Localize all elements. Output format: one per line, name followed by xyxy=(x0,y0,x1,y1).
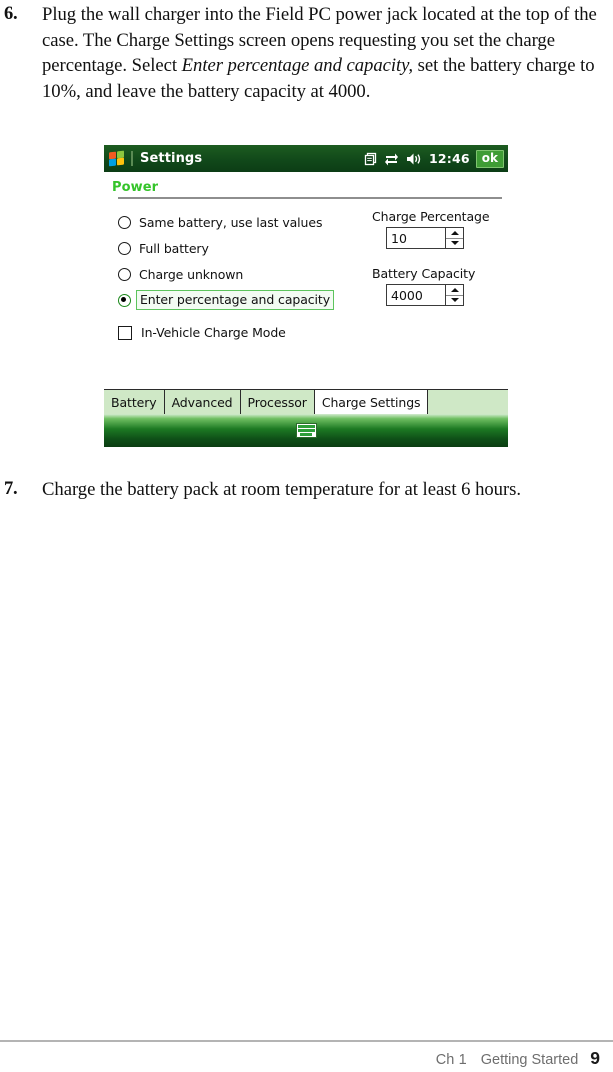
tab-battery[interactable]: Battery xyxy=(104,390,165,414)
stepper-down-button[interactable] xyxy=(446,239,463,249)
tab-advanced[interactable]: Advanced xyxy=(164,390,241,414)
charge-option-group: Same battery, use last values Full batte… xyxy=(118,209,368,340)
chevron-down-icon xyxy=(450,298,459,303)
footer-chapter: Ch 1 xyxy=(435,1052,467,1068)
spinner-group: Charge Percentage 10 Battery Capacity 40… xyxy=(372,209,502,306)
charge-percentage-stepper[interactable]: 10 xyxy=(386,227,464,249)
checkbox-in-vehicle-charge-mode[interactable]: In-Vehicle Charge Mode xyxy=(118,325,368,340)
footer-page-number: 9 xyxy=(590,1048,600,1068)
volume-icon[interactable] xyxy=(406,152,422,166)
battery-capacity-stepper[interactable]: 4000 xyxy=(386,284,464,306)
keyboard-row xyxy=(297,425,315,428)
chevron-up-icon xyxy=(450,287,459,292)
step-6: 6. Plug the wall charger into the Field … xyxy=(4,2,604,104)
documents-stack-icon[interactable] xyxy=(363,152,377,166)
step-6-text-emphasis: Enter percentage and capacity, xyxy=(181,55,413,77)
page-header-title: Power xyxy=(112,180,159,195)
charge-percentage-value[interactable]: 10 xyxy=(387,228,445,248)
sip-bar xyxy=(104,414,508,447)
checkbox-label: In-Vehicle Charge Mode xyxy=(141,325,286,340)
checkbox-icon[interactable] xyxy=(118,325,132,340)
step-7: 7. Charge the battery pack at room tempe… xyxy=(4,477,604,503)
titlebar-title: Settings xyxy=(140,151,203,166)
keyboard-row xyxy=(300,433,312,436)
windows-flag-icon xyxy=(108,150,125,167)
radio-icon[interactable] xyxy=(118,215,131,229)
tab-charge-settings[interactable]: Charge Settings xyxy=(314,390,429,414)
charge-percentage-label: Charge Percentage xyxy=(372,209,490,224)
tabbar-filler xyxy=(428,390,508,414)
tab-processor[interactable]: Processor xyxy=(240,390,315,414)
battery-capacity-stepper-buttons[interactable] xyxy=(445,285,463,305)
device-titlebar: Settings 12:46 ok xyxy=(104,145,508,172)
footer-divider xyxy=(0,1040,613,1042)
device-screenshot: Settings 12:46 ok Power Same battery, us… xyxy=(104,145,508,447)
battery-capacity-label: Battery Capacity xyxy=(372,266,476,281)
chevron-down-icon xyxy=(450,241,459,246)
step-6-number: 6. xyxy=(4,4,18,24)
stepper-up-button[interactable] xyxy=(446,285,463,296)
spinner-spacer xyxy=(372,249,502,266)
footer-section: Getting Started xyxy=(480,1052,579,1068)
radio-label: Full battery xyxy=(139,240,209,256)
stepper-down-button[interactable] xyxy=(446,296,463,306)
ok-button[interactable]: ok xyxy=(475,149,504,168)
titlebar-divider xyxy=(131,151,133,166)
page-footer: Ch 1 Getting Started 9 xyxy=(0,1048,600,1069)
settings-body: Same battery, use last values Full batte… xyxy=(104,199,508,377)
battery-capacity-value[interactable]: 4000 xyxy=(387,285,445,305)
titlebar-tray: 12:46 xyxy=(363,151,470,166)
stepper-up-button[interactable] xyxy=(446,228,463,239)
radio-option-full-battery[interactable]: Full battery xyxy=(118,235,368,261)
step-7-text: Charge the battery pack at room temperat… xyxy=(42,479,521,500)
radio-label: Charge unknown xyxy=(139,266,244,282)
radio-icon-selected[interactable] xyxy=(118,293,131,307)
radio-option-enter-percentage-and-capacity[interactable]: Enter percentage and capacity xyxy=(118,287,368,313)
radio-option-charge-unknown[interactable]: Charge unknown xyxy=(118,261,368,287)
titlebar-clock: 12:46 xyxy=(428,151,470,166)
step-7-number: 7. xyxy=(4,479,18,499)
keyboard-row xyxy=(297,429,315,432)
radio-icon[interactable] xyxy=(118,241,131,255)
manual-page: 6. Plug the wall charger into the Field … xyxy=(0,0,613,1072)
radio-option-same-battery[interactable]: Same battery, use last values xyxy=(118,209,368,235)
keyboard-icon[interactable] xyxy=(295,423,317,438)
connectivity-icon[interactable] xyxy=(384,152,399,166)
charge-percentage-stepper-buttons[interactable] xyxy=(445,228,463,248)
chevron-up-icon xyxy=(450,230,459,235)
radio-icon[interactable] xyxy=(118,267,131,281)
radio-label: Same battery, use last values xyxy=(139,214,323,230)
step-6-text: Plug the wall charger into the Field PC … xyxy=(42,2,602,104)
settings-tabbar: Battery Advanced Processor Charge Settin… xyxy=(104,389,508,414)
device-page-header: Power xyxy=(104,172,508,199)
radio-label: Enter percentage and capacity xyxy=(136,290,335,310)
